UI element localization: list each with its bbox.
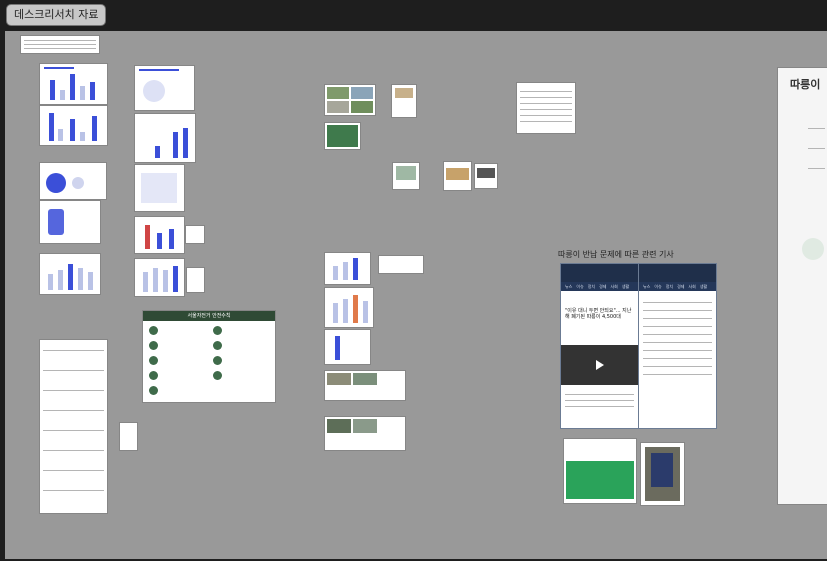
news-tab[interactable]: 경제 [599,282,606,291]
phone-status-bar [639,264,716,282]
phone-status-bar [561,264,638,282]
news-tab[interactable]: 생활 [622,282,629,291]
map-chart-card[interactable] [40,201,100,243]
news-tab[interactable]: 사회 [611,282,618,291]
chart-card[interactable] [135,114,195,162]
news-tab[interactable]: 이슈 [654,282,661,291]
photo-card[interactable] [325,371,405,400]
photo-card[interactable] [475,164,497,188]
chart-card[interactable] [135,259,184,296]
play-icon[interactable] [595,360,604,370]
right-panel-card[interactable]: 따릉이 [778,68,827,504]
news-tab[interactable]: 정치 [588,282,595,291]
news-article-phone-2[interactable]: 뉴스 이슈 정치 경제 사회 생활 [638,263,717,429]
article-section-title: 따릉이 반납 문제에 따른 관련 기사 [558,250,674,259]
news-tab[interactable]: 뉴스 [643,282,650,291]
note-card[interactable] [186,226,204,243]
news-tab[interactable]: 뉴스 [565,282,572,291]
news-tab[interactable]: 경제 [677,282,684,291]
note-card[interactable] [187,268,204,292]
news-tabs[interactable]: 뉴스 이슈 정치 경제 사회 생활 [639,282,716,291]
rental-receipt-card[interactable] [564,439,636,503]
chart-card[interactable] [40,64,107,104]
chart-card[interactable] [325,330,370,364]
article-video[interactable] [561,345,638,385]
chart-card[interactable] [325,288,373,327]
safety-rules-card[interactable]: 서울자전거 안전수칙 [143,311,275,402]
chart-card[interactable] [40,254,100,294]
icon-grid-card[interactable] [135,165,184,211]
chart-card[interactable] [40,106,107,145]
right-panel-heading: 따릉이 [790,78,821,91]
note-card[interactable] [120,423,137,450]
news-tab[interactable]: 이슈 [576,282,583,291]
chart-card[interactable] [135,217,184,253]
document-card[interactable] [393,163,419,189]
document-card[interactable] [392,85,416,117]
chart-card[interactable] [325,253,370,284]
whiteboard-canvas[interactable]: 서울자전거 안전수칙 따릉이 반납 문제에 따른 관련 기사 뉴스 이슈 정치 … [5,31,827,559]
news-tab[interactable]: 사회 [689,282,696,291]
news-article-phone-1[interactable]: 뉴스 이슈 정치 경제 사회 생활 "이유 대니 두면 안되요"... 지난해 폐기된 따… [560,263,639,429]
photo-card[interactable] [325,123,360,149]
news-tab[interactable]: 생활 [700,282,707,291]
news-tab[interactable]: 정치 [666,282,673,291]
long-list-card[interactable] [40,340,107,513]
photo-card[interactable] [325,85,375,115]
pie-chart-card[interactable] [40,163,106,199]
photo-card[interactable] [444,162,471,190]
chart-card[interactable] [135,66,194,110]
data-table-card[interactable] [21,36,99,53]
safety-rules-header: 서울자전거 안전수칙 [143,311,275,321]
board-title[interactable]: 데스크리서치 자료 [6,4,107,26]
news-tabs[interactable]: 뉴스 이슈 정치 경제 사회 생활 [561,282,638,291]
note-card[interactable] [379,256,423,273]
article-headline: "이유 대니 두면 안되요"... 지난해 폐기된 따릉이 4,500대 [565,308,632,320]
photo-card[interactable] [325,417,405,450]
kiosk-photo-card[interactable] [641,443,684,505]
text-doc-card[interactable] [517,83,575,133]
